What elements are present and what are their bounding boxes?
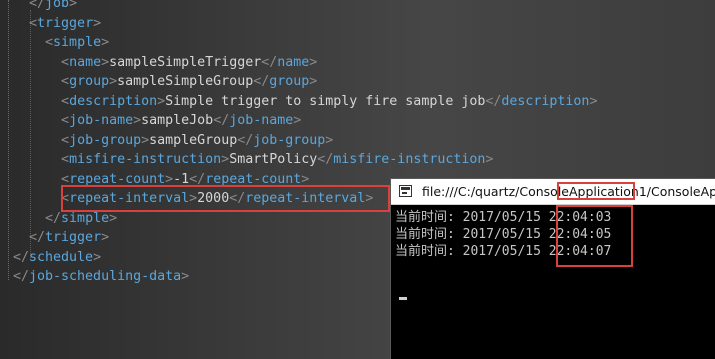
tag-name: misfire-instruction — [333, 152, 486, 167]
tag-bracket: > — [325, 132, 334, 148]
tag-bracket: </ — [13, 269, 30, 284]
code-line: <simple> — [13, 33, 109, 52]
tag-bracket: > — [133, 113, 142, 128]
tag-bracket: > — [157, 93, 166, 109]
tag-name: description — [69, 93, 158, 109]
tag-name: job — [45, 0, 70, 11]
tag-value: Simple trigger to simply fire sample job — [165, 93, 486, 109]
tag-name: description — [501, 93, 590, 109]
tag-name: job-name — [229, 113, 294, 128]
tag-bracket: > — [181, 269, 190, 284]
tag-name: trigger — [45, 230, 102, 245]
code-line: <group>sampleSimpleGroup</group> — [13, 72, 317, 91]
tag-bracket: </ — [45, 210, 62, 226]
console-cursor — [399, 297, 407, 300]
tag-name: name — [277, 54, 310, 70]
time-highlight — [556, 205, 633, 267]
code-line: </schedule> — [13, 248, 101, 267]
code-line: </job> — [13, 0, 77, 13]
tag-bracket: </ — [485, 93, 502, 109]
code-line: <name>sampleSimpleTrigger</name> — [13, 53, 317, 72]
tag-bracket: > — [109, 210, 118, 226]
tag-bracket: > — [293, 113, 302, 128]
tag-bracket: < — [61, 152, 70, 167]
tag-value: sampleGroup — [149, 132, 238, 148]
code-line: <trigger> — [13, 14, 101, 33]
tag-name: simple — [53, 35, 102, 50]
tag-name: group — [69, 74, 110, 89]
tag-bracket: > — [141, 132, 150, 148]
code-line: <misfire-instruction>SmartPolicy</misfir… — [13, 150, 493, 169]
tag-name: group — [269, 74, 310, 89]
tag-bracket: > — [309, 74, 318, 89]
console-titlebar[interactable]: file:///C:/quartz/ConsoleApplication1/Co… — [391, 179, 715, 205]
code-line: <job-name>sampleJob</job-name> — [13, 111, 301, 130]
repeat-interval-highlight — [61, 185, 390, 212]
tag-name: misfire-instruction — [69, 152, 222, 167]
tag-bracket: </ — [253, 74, 270, 89]
tag-bracket: > — [93, 15, 102, 31]
tag-bracket: </ — [13, 249, 30, 265]
tag-bracket: > — [101, 54, 110, 70]
tag-bracket: < — [61, 93, 70, 109]
tag-bracket: </ — [29, 230, 46, 245]
code-line: <job-group>sampleGroup</job-group> — [13, 131, 333, 150]
tag-bracket: > — [309, 54, 318, 70]
tag-name: schedule — [29, 249, 94, 265]
tag-bracket: </ — [237, 132, 254, 148]
tag-name: trigger — [37, 15, 94, 31]
tag-name: job-scheduling-data — [29, 269, 182, 284]
tag-bracket: < — [61, 132, 70, 148]
tag-bracket: > — [485, 152, 494, 167]
tag-bracket: > — [69, 0, 78, 11]
code-line: <description>Simple trigger to simply fi… — [13, 92, 597, 111]
tag-bracket: </ — [213, 113, 230, 128]
tag-value: sampleSimpleTrigger — [109, 54, 262, 70]
code-line: </trigger> — [13, 228, 109, 247]
tag-bracket: < — [61, 113, 70, 128]
tag-bracket: > — [109, 74, 118, 89]
tag-value: sampleSimpleGroup — [117, 74, 254, 89]
tag-bracket: < — [61, 74, 70, 89]
title-highlight — [557, 182, 635, 200]
tag-bracket: > — [93, 249, 102, 265]
fold-guide — [8, 0, 9, 280]
tag-value: sampleJob — [141, 113, 214, 128]
tag-name: job-name — [69, 113, 134, 128]
console-app-icon — [399, 185, 412, 197]
console-window[interactable]: file:///C:/quartz/ConsoleApplication1/Co… — [391, 179, 715, 359]
tag-name: job-group — [253, 132, 326, 148]
tag-bracket: </ — [29, 0, 46, 11]
code-line: </job-scheduling-data> — [13, 267, 189, 286]
tag-bracket: </ — [261, 54, 278, 70]
tag-name: simple — [61, 210, 110, 226]
tag-name: job-group — [69, 132, 142, 148]
tag-bracket: > — [101, 230, 110, 245]
tag-bracket: > — [589, 93, 598, 109]
tag-bracket: < — [45, 35, 54, 50]
tag-bracket: < — [29, 15, 38, 31]
tag-bracket: > — [101, 35, 110, 50]
tag-value: SmartPolicy — [229, 152, 318, 167]
tag-bracket: </ — [317, 152, 334, 167]
tag-bracket: < — [61, 54, 70, 70]
tag-name: name — [69, 54, 102, 70]
tag-bracket: > — [221, 152, 230, 167]
